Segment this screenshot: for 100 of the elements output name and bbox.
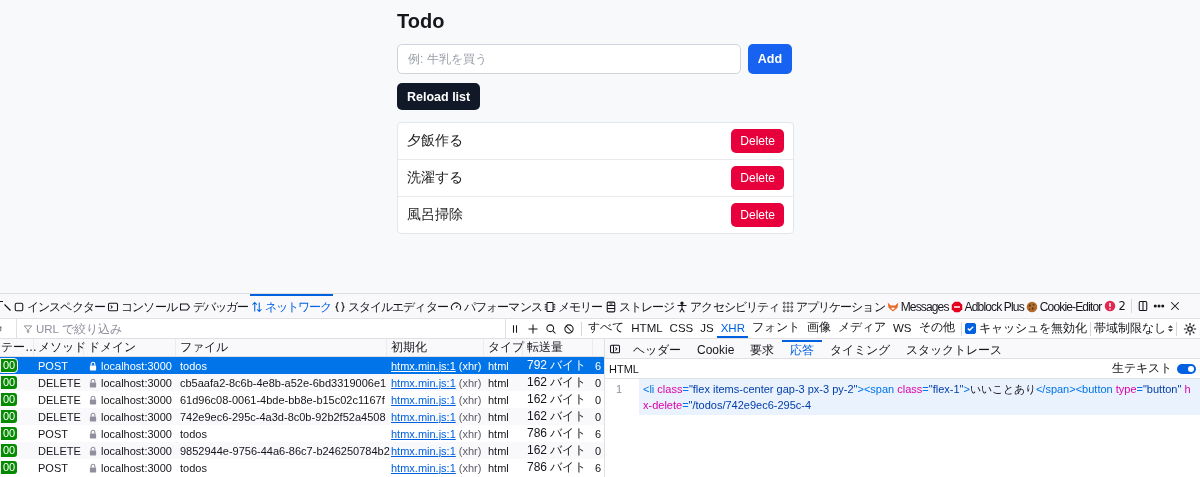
column-header[interactable]: ファイル [176, 339, 387, 356]
table-cell-text: 792 バイト [526, 357, 588, 374]
table-cell: localhost:3000 [101, 410, 172, 423]
table-cell-text: 786 バイト [526, 459, 588, 476]
table-cell-text: DELETE [37, 392, 82, 408]
devtools-tab[interactable]: アプリケーション [780, 294, 886, 318]
initiator-link[interactable]: htmx.min.js:1 [391, 444, 456, 457]
request-row[interactable]: 00 POST localhost:3000 todos htmx.min.js:1 (xhr) html 786 バイト 6 [0, 425, 604, 442]
table-cell-text: 162 バイト [526, 391, 588, 408]
table-cell-text: html [487, 460, 510, 476]
type-filter-tab[interactable]: メディア [834, 319, 890, 338]
detail-tab[interactable]: スタックトレース [898, 339, 1011, 358]
table-cell-text: todos [179, 426, 208, 442]
detail-tab[interactable]: Cookie [689, 339, 743, 358]
table-cell-text: 0 [594, 375, 603, 391]
initiator-link[interactable]: htmx.min.js:1 [391, 461, 456, 474]
table-cell: (xhr) [458, 359, 482, 372]
table-cell-text: 6 [594, 460, 603, 476]
devtools-tab[interactable]: アクセシビリティ [675, 294, 781, 318]
table-cell: localhost:3000 [101, 461, 172, 474]
table-cell-text: 162 バイト [526, 374, 588, 391]
status-badge: 00 [1, 393, 18, 406]
type-filter-tab[interactable]: すべて [584, 319, 628, 338]
initiator-link[interactable]: htmx.min.js:1 [391, 410, 456, 423]
table-cell-text: 0 [594, 409, 603, 425]
type-filter-tab[interactable]: JS [696, 319, 718, 338]
table-cell-text: POST [37, 358, 69, 374]
type-filter-tab[interactable]: その他 [915, 319, 958, 338]
column-header[interactable]: 転送量 [523, 339, 593, 356]
checkbox-label: キャッシュを無効化 [979, 321, 1087, 336]
table-cell-text: POST [37, 426, 69, 442]
devtools-tab[interactable]: Messages [885, 294, 950, 318]
url-filter-field[interactable]: URL で絞り込み [36, 322, 505, 335]
devtools-tab[interactable]: インスペクター [12, 294, 107, 318]
devtools-tab[interactable]: ネットワーク [249, 294, 333, 318]
table-cell: localhost:3000 [101, 359, 172, 372]
devtools-tab[interactable]: デバッガー [177, 294, 250, 318]
type-filter-tab[interactable]: フォント [748, 319, 804, 338]
status-badge: 00 [1, 444, 18, 457]
type-filter-tab[interactable]: HTML [627, 319, 667, 338]
detail-tab[interactable]: ヘッダー [625, 339, 689, 358]
column-header[interactable]: ドメイン [84, 339, 176, 356]
request-row[interactable]: 00 DELETE localhost:3000 cb5aafa2-8c6b-4e8b-a52e-6bd3319006e1 htmx.min.js:1 (xhr) html 162 バイト 0 [0, 374, 604, 391]
table-cell: localhost:3000 [101, 427, 172, 440]
table-cell: (xhr) [458, 376, 482, 389]
table-cell-text: html [487, 392, 510, 408]
delete-button[interactable]: Delete [731, 203, 784, 227]
devtools-tab[interactable]: Cookie-Editor [1024, 294, 1103, 318]
table-cell-text: DELETE [37, 443, 82, 459]
table-cell-text: 6 [594, 426, 603, 442]
status-badge: 00 [1, 376, 18, 389]
table-cell-text: html [487, 409, 510, 425]
table-cell-text: html [487, 358, 510, 374]
status-badge: 00 [1, 359, 18, 372]
request-row[interactable]: 00 DELETE localhost:3000 61d96c08-0061-4bde-bb8e-b15c02c1167f htmx.min.js:1 (xhr) html 162 バイト 0 [0, 391, 604, 408]
todo-text: 風呂掃除 [407, 206, 463, 224]
request-row[interactable]: 00 POST localhost:3000 todos htmx.min.js:1 (xhr) html 786 バイト 6 [0, 459, 604, 476]
table-cell: localhost:3000 [101, 393, 172, 406]
type-filter-tab[interactable]: CSS [666, 319, 697, 338]
initiator-link[interactable]: htmx.min.js:1 [391, 359, 456, 372]
detail-tab[interactable]: タイミング [822, 339, 899, 358]
todo-input-field[interactable]: 例: 牛乳を買う [397, 44, 741, 74]
column-header[interactable]: タイプ [484, 339, 523, 356]
throttling-dropdown[interactable]: 帯域制限なし [1094, 321, 1173, 336]
table-cell-text: 6 [594, 358, 603, 374]
reload-button[interactable]: Reload list [397, 83, 481, 110]
devtools-tab[interactable]: パフォーマンス [448, 294, 543, 318]
detail-tab[interactable]: 要求 [742, 339, 783, 358]
initiator-link[interactable]: htmx.min.js:1 [391, 393, 456, 406]
table-cell-text: 0 [594, 392, 603, 408]
detail-tab[interactable]: 応答 [782, 339, 823, 358]
table-cell-text: todos [179, 460, 208, 476]
page-title: Todo [397, 9, 445, 34]
type-filter-tab[interactable]: 画像 [803, 319, 835, 338]
delete-button[interactable]: Delete [731, 129, 784, 153]
table-cell-text: 786 バイト [526, 425, 588, 442]
table-cell: (xhr) [458, 410, 482, 423]
request-row[interactable]: 00 DELETE localhost:3000 742e9ec6-295c-4a3d-8c0b-92b2f52a4508 htmx.min.js:1 (xhr) html 162 バイト 0 [0, 408, 604, 425]
table-cell-text: 162 バイト [526, 408, 588, 425]
add-button[interactable]: Add [748, 44, 792, 74]
type-filter-tab[interactable]: WS [889, 319, 915, 338]
table-cell-text: DELETE [37, 375, 82, 391]
table-cell: (xhr) [458, 461, 482, 474]
devtools-tab[interactable]: スタイルエディター [332, 294, 449, 318]
request-row[interactable]: 00 DELETE localhost:3000 9852944e-9756-44a6-86c7-b246250784b2htmx.min.js:1 (xhr) html 162 バイト 0 [0, 442, 604, 459]
table-cell-text: DELETE [37, 409, 82, 425]
initiator-link[interactable]: htmx.min.js:1 [391, 427, 456, 440]
column-header[interactable]: テー… [0, 339, 34, 356]
table-cell-text: 162 バイト [526, 442, 588, 459]
initiator-link[interactable]: htmx.min.js:1 [391, 376, 456, 389]
table-cell-text: 742e9ec6-295c-4a3d-8c0b-92b2f52a4508 [179, 409, 387, 425]
error-count[interactable]: 2 [1102, 299, 1128, 313]
status-badge: 00 [1, 427, 18, 440]
delete-button[interactable]: Delete [731, 166, 784, 190]
column-header[interactable]: 初期化 [387, 339, 484, 356]
devtools-tab[interactable]: コンソール [106, 294, 178, 318]
request-row[interactable]: 00 POST localhost:3000 todos htmx.min.js:1 (xhr) html 792 バイト 6 [0, 357, 604, 374]
devtools-tab[interactable]: メモリー [542, 294, 604, 318]
devtools-tab[interactable]: ストレージ [603, 294, 676, 318]
devtools-tab[interactable]: Adblock Plus [949, 294, 1025, 318]
